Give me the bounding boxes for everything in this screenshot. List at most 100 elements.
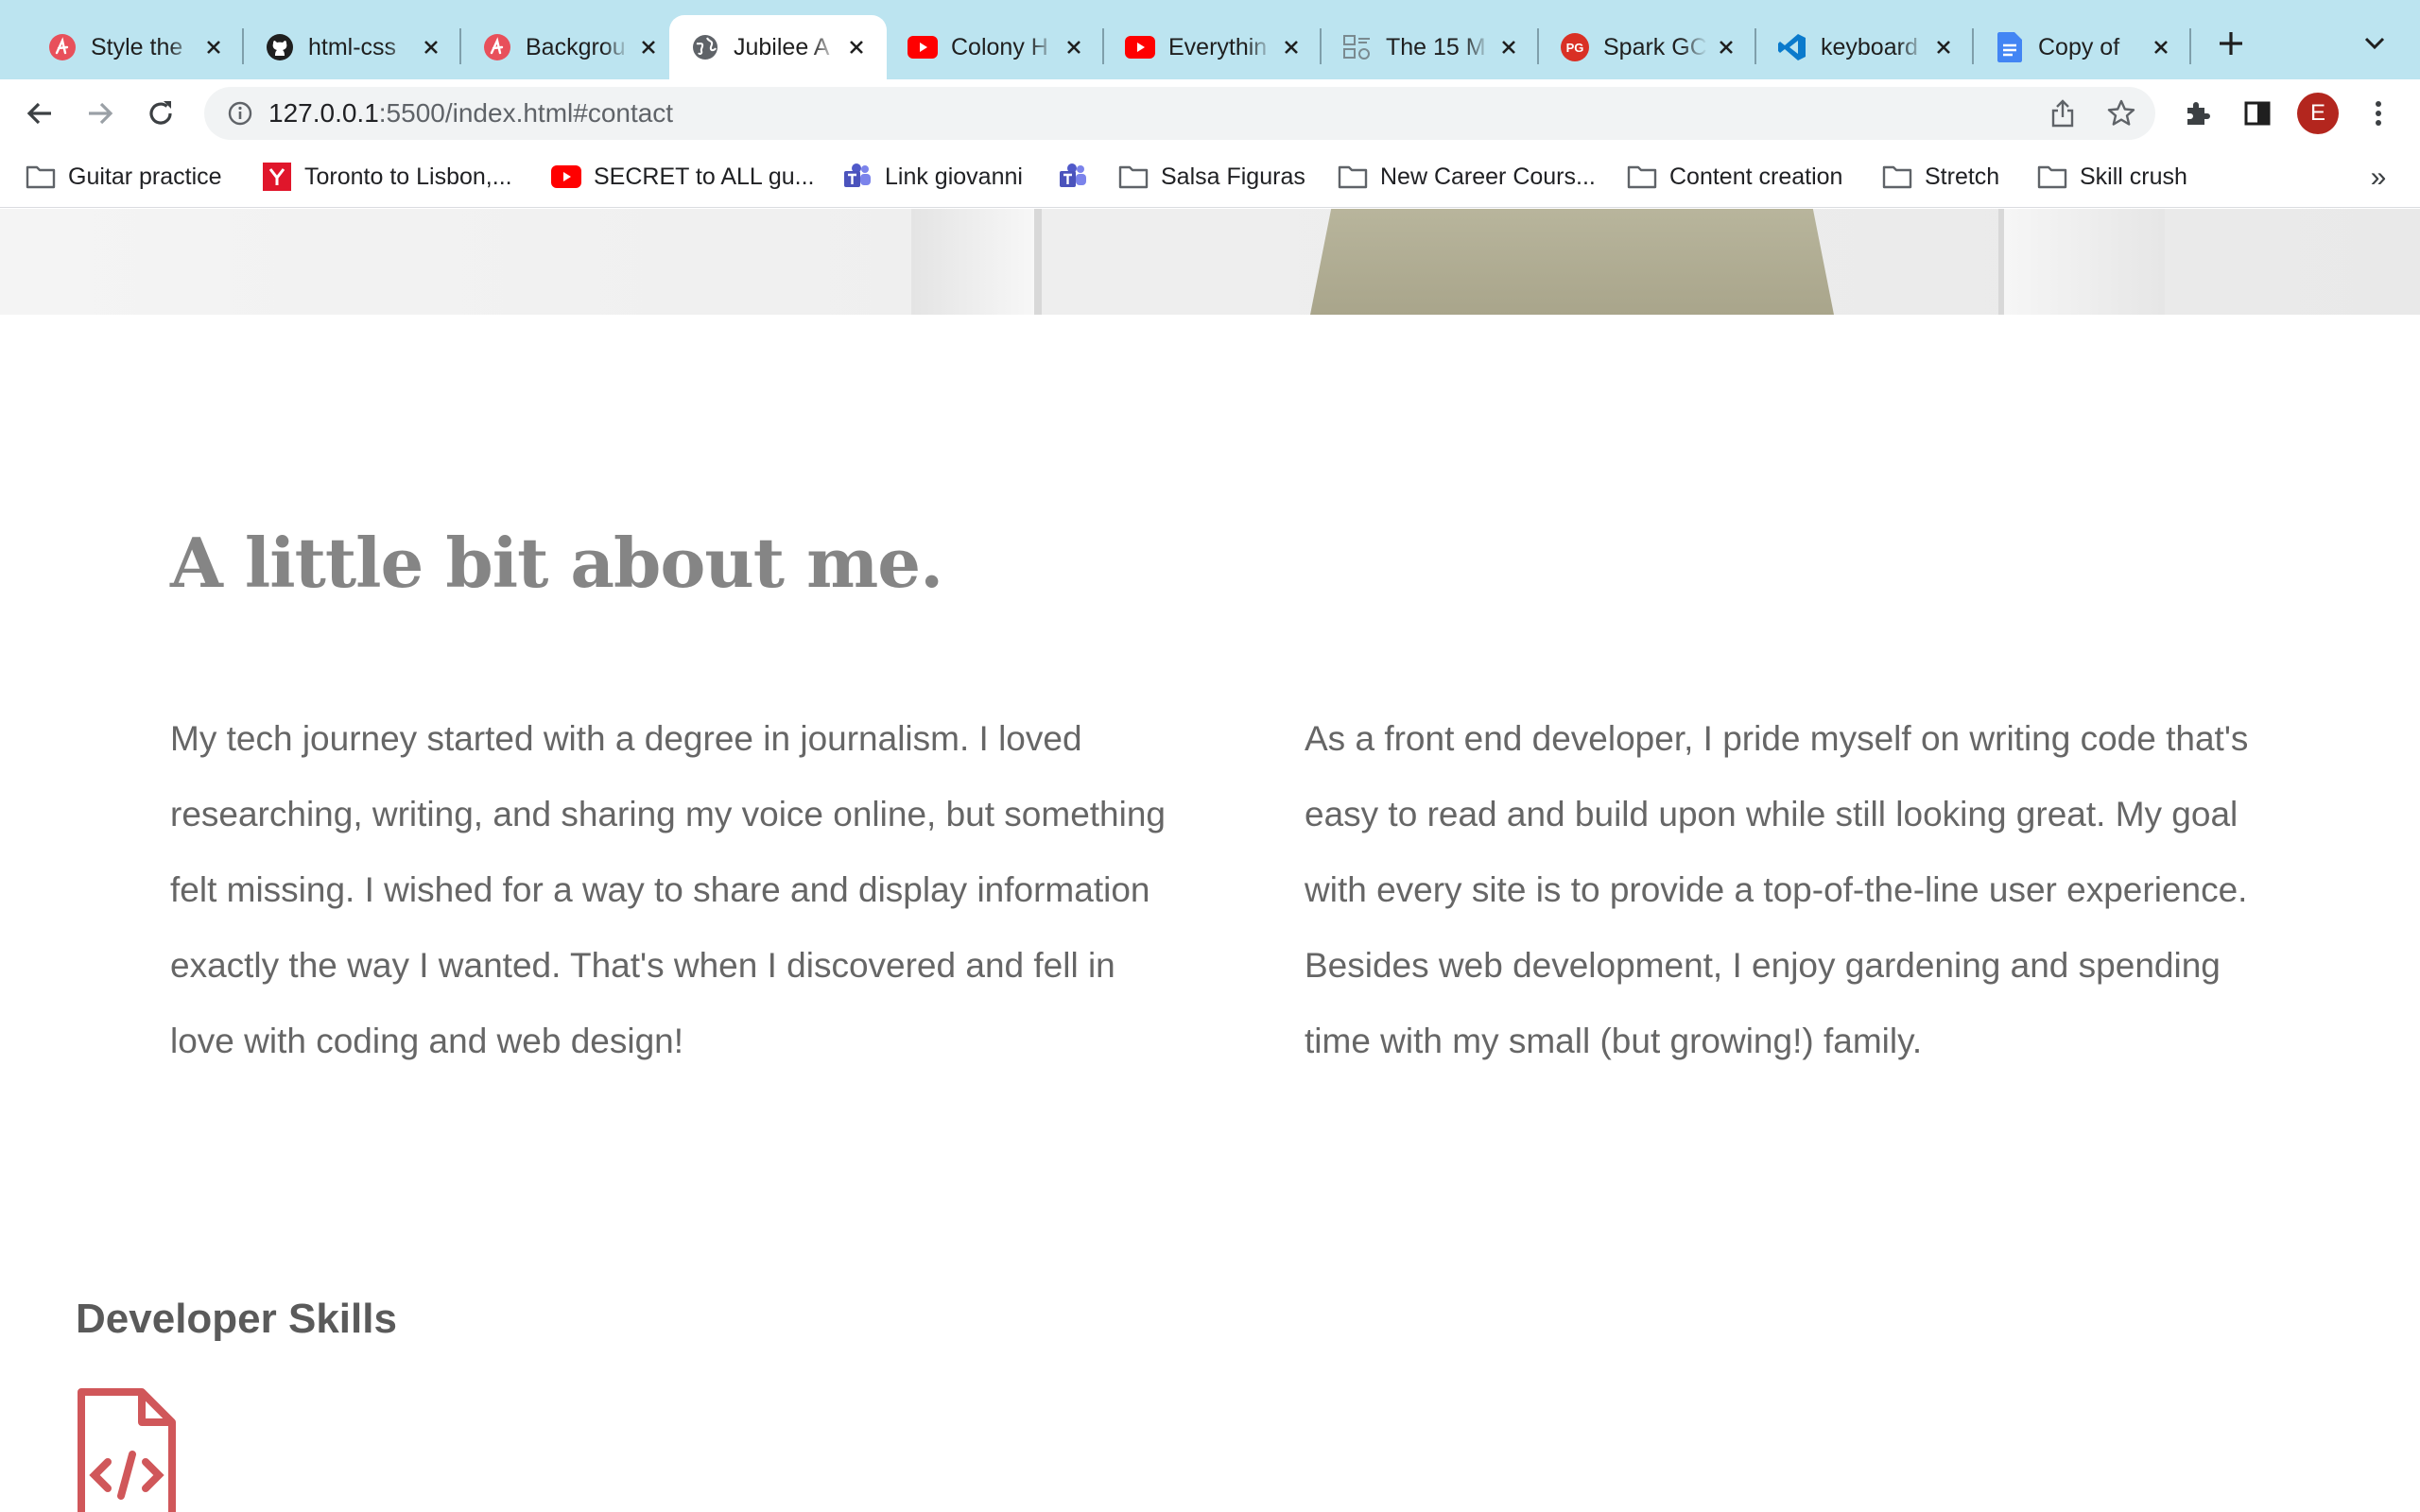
puzzle-icon [2187, 102, 2210, 125]
tab-strip: Style the html-css Backgrou Jubilee A Co… [0, 0, 2420, 79]
url-path: :5500/index.html#contact [378, 98, 674, 128]
profile-avatar[interactable]: E [2297, 93, 2339, 134]
tab-9[interactable]: Copy of [1974, 15, 2191, 79]
bookmark-toronto-lisbon[interactable]: Toronto to Lisbon,... [261, 159, 512, 195]
page-viewport: A little bit about me. My tech journey s… [0, 209, 2420, 1512]
tab-title: keyboard [1821, 33, 1918, 60]
close-icon[interactable] [2148, 34, 2174, 60]
tab-6[interactable]: The 15 M [1322, 15, 1539, 79]
new-tab-button[interactable] [2212, 25, 2250, 62]
info-icon[interactable] [225, 98, 255, 129]
plus-icon [2220, 32, 2242, 55]
close-icon[interactable] [1713, 34, 1739, 60]
chevron-down-icon [2364, 37, 2385, 50]
tab-title: Jubilee A [734, 33, 830, 60]
tab-title: The 15 M [1386, 33, 1486, 60]
close-icon[interactable] [843, 34, 870, 60]
bookmark-label: Salsa Figuras [1161, 163, 1305, 190]
folder-icon [1626, 163, 1658, 191]
url-host: 127.0.0.1 [268, 98, 379, 128]
tab-title: Style the [91, 33, 183, 60]
menu-button[interactable] [2360, 94, 2397, 132]
arrow-left-icon [26, 102, 51, 125]
tab-search-button[interactable] [2358, 26, 2392, 60]
tab-title: Everythin [1168, 33, 1268, 60]
bookmark-label: Link giovanni [885, 163, 1023, 190]
tab-title: Copy of [2038, 33, 2120, 60]
bookmark-salsa-figuras[interactable]: Salsa Figuras [1117, 159, 1305, 195]
tab-5[interactable]: Everythin [1104, 15, 1322, 79]
tab-title: Backgrou [526, 33, 626, 60]
bookmark-guitar-practice[interactable]: Guitar practice [25, 159, 222, 195]
side-panel-button[interactable] [2238, 94, 2276, 132]
tab-0[interactable]: Style the [26, 15, 244, 79]
bookmark-new-career[interactable]: New Career Cours... [1337, 159, 1596, 195]
about-paragraph-right: As a front end developer, I pride myself… [1305, 719, 2249, 1060]
address-bar[interactable]: 127.0.0.1:5500/index.html#contact [204, 87, 2155, 140]
bookmark-skill-crush[interactable]: Skill crush [2036, 159, 2187, 195]
tab-4[interactable]: Colony H [887, 15, 1104, 79]
bookmark-link-giovanni[interactable]: Link giovanni [841, 159, 1023, 195]
bookmark-label: New Career Cours... [1380, 163, 1596, 190]
chair-leg [1034, 209, 1042, 315]
teams-icon [1057, 163, 1089, 191]
about-paragraph-left: My tech journey started with a degree in… [170, 719, 1167, 1060]
close-icon[interactable] [200, 34, 227, 60]
yelp-icon [261, 163, 293, 191]
extensions-button[interactable] [2178, 94, 2216, 132]
bookmark-label: Toronto to Lisbon,... [304, 163, 512, 190]
hero-image [0, 209, 2420, 315]
bookmark-label: Guitar practice [68, 163, 222, 190]
bookmark-secret-to-all[interactable]: SECRET to ALL gu... [550, 159, 814, 195]
close-icon[interactable] [1278, 34, 1305, 60]
close-icon[interactable] [1495, 34, 1522, 60]
github-icon [265, 32, 295, 62]
back-button[interactable] [21, 94, 59, 132]
bookmark-label: SECRET to ALL gu... [594, 163, 815, 190]
bookmark-label: Skill crush [2080, 163, 2187, 190]
bookmark-star-icon[interactable] [2104, 96, 2138, 130]
vscode-icon [1777, 32, 1807, 62]
code-file-icon [74, 1388, 178, 1512]
globe-icon [690, 32, 720, 62]
kebab-menu-icon [2376, 101, 2381, 126]
youtube-icon [550, 163, 582, 191]
close-icon[interactable] [1930, 34, 1957, 60]
skills-heading: Developer Skills [76, 1296, 397, 1342]
bookmark-stretch[interactable]: Stretch [1881, 159, 1999, 195]
forward-button[interactable] [81, 94, 119, 132]
about-heading: A little bit about me. [170, 523, 943, 603]
tab-7[interactable]: PG Spark GC [1539, 15, 1756, 79]
bookmark-label: Stretch [1925, 163, 2000, 190]
reload-button[interactable] [142, 94, 180, 132]
bookmarks-bar: Guitar practice Toronto to Lisbon,... SE… [0, 147, 2420, 208]
side-panel-icon [2244, 101, 2271, 126]
bookmark-teams[interactable] [1057, 159, 1100, 195]
close-icon[interactable] [635, 34, 662, 60]
folder-icon [2036, 163, 2068, 191]
bookmark-label: Content creation [1669, 163, 1843, 190]
folder-icon [25, 163, 57, 191]
tab-1[interactable]: html-css [244, 15, 461, 79]
browser-toolbar: 127.0.0.1:5500/index.html#contact E [0, 79, 2420, 147]
tab-active[interactable]: Jubilee A [669, 15, 887, 79]
tab-2[interactable]: Backgrou [461, 15, 679, 79]
pg-icon: PG [1560, 32, 1590, 62]
bookmarks-overflow-button[interactable]: » [2363, 161, 2394, 195]
url-text[interactable]: 127.0.0.1:5500/index.html#contact [268, 98, 673, 129]
close-icon[interactable] [1061, 34, 1087, 60]
teams-icon [841, 163, 873, 191]
folder-icon [1881, 163, 1913, 191]
tab-8[interactable]: keyboard [1756, 15, 1974, 79]
youtube-icon [908, 32, 938, 62]
chair-frame-left [911, 209, 1034, 315]
reload-icon [149, 101, 172, 125]
youtube-icon [1125, 32, 1155, 62]
folder-icon [1337, 163, 1369, 191]
close-icon[interactable] [418, 34, 444, 60]
skillcrush-icon [47, 32, 78, 62]
share-icon[interactable] [2048, 98, 2078, 129]
bookmark-content-creation[interactable]: Content creation [1626, 159, 1842, 195]
tab-title: html-css [308, 33, 397, 60]
tab-title: Colony H [951, 33, 1048, 60]
